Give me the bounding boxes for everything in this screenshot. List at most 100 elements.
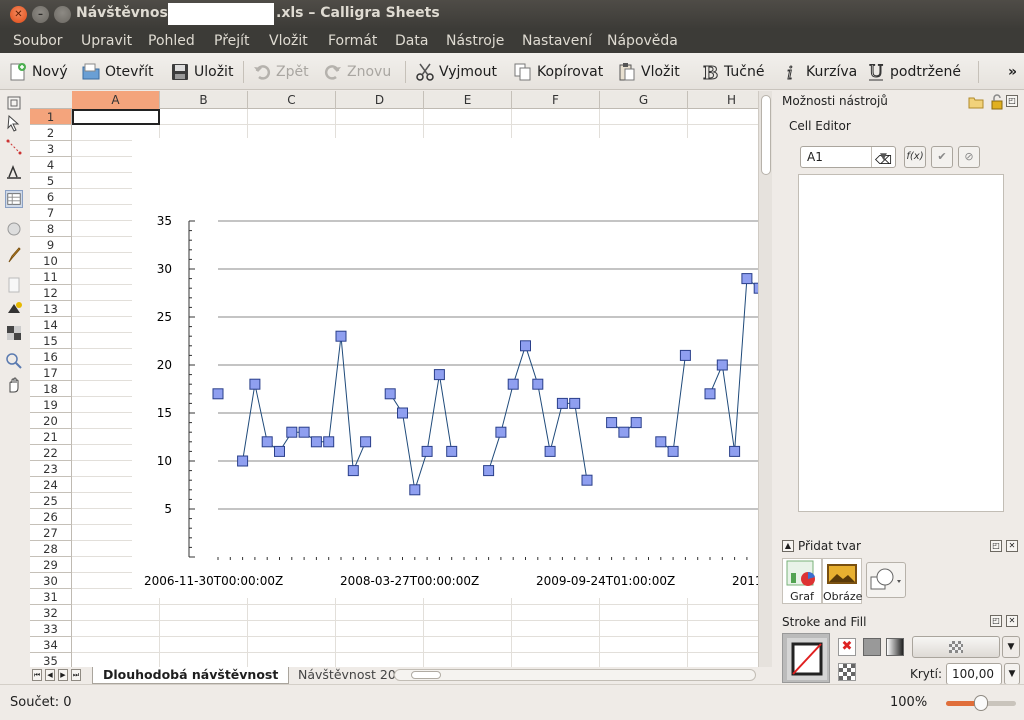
zoom-slider-handle[interactable] [974, 695, 988, 711]
sheet-tab-active[interactable]: Dlouhodobá návštěvnost [92, 667, 290, 684]
row-header[interactable]: 23 [30, 461, 72, 477]
undo-button[interactable]: Zpět [252, 59, 309, 85]
next-sheet-button[interactable]: ▶ [58, 669, 68, 681]
fill-color-button[interactable] [912, 636, 1000, 658]
embedded-chart[interactable]: 5 10 15 20 25 30 35 2006-11-30T00:00:00Z 2008-03… [132, 138, 758, 598]
minimize-window-button[interactable]: – [32, 6, 49, 23]
select-arrow-icon[interactable] [5, 114, 23, 132]
shape-image-tile[interactable]: Obráze [822, 558, 862, 604]
vertical-scrollbar[interactable] [758, 91, 772, 667]
row-header[interactable]: 8 [30, 221, 72, 237]
dock-float-icon[interactable] [5, 94, 23, 112]
row-header[interactable]: 29 [30, 557, 72, 573]
row-header[interactable]: 12 [30, 285, 72, 301]
row-header[interactable]: 24 [30, 477, 72, 493]
row-header[interactable]: 15 [30, 333, 72, 349]
accept-check-icon[interactable]: ✔ [931, 146, 953, 168]
zoom-slider[interactable] [946, 695, 1016, 711]
bold-button[interactable]: B Tučné [700, 59, 765, 85]
menu-vlozit[interactable]: Vložit [269, 33, 308, 49]
gradient-tool-icon[interactable] [5, 324, 23, 342]
dock-float-button[interactable]: ◰ [1006, 95, 1018, 107]
cell-reference-combo[interactable]: A1 ⌫ ▼ [800, 146, 896, 168]
vertical-scroll-thumb[interactable] [761, 95, 771, 175]
close-window-button[interactable]: ✕ [10, 6, 27, 23]
chevron-down-icon[interactable]: ▼ [1004, 663, 1020, 685]
menu-soubor[interactable]: Soubor [13, 33, 63, 49]
row-header[interactable]: 5 [30, 173, 72, 189]
chevron-down-icon[interactable]: ▼ [1002, 636, 1020, 658]
dock-close-button[interactable]: ✕ [1006, 540, 1018, 552]
row-header[interactable]: 10 [30, 253, 72, 269]
prev-sheet-button[interactable]: ◀ [45, 669, 55, 681]
sheet-tab-second[interactable]: Návštěvnost 20 [288, 667, 406, 684]
gradient-fill-icon[interactable] [886, 638, 904, 656]
row-header[interactable]: 16 [30, 349, 72, 365]
row-header[interactable]: 26 [30, 509, 72, 525]
cancel-icon[interactable]: ⊘ [958, 146, 980, 168]
column-header-a[interactable]: A [72, 91, 160, 109]
row-header[interactable]: 33 [30, 621, 72, 637]
stroke-fill-preview[interactable] [782, 633, 830, 683]
column-header-c[interactable]: C [248, 91, 336, 109]
spreadsheet-area[interactable]: A B C D E F G H 1 2 3 4 5 6 7 8 9 10 11 12 13 14 15 16 1… [30, 91, 758, 667]
more-shapes-button[interactable] [866, 562, 906, 598]
row-header[interactable]: 14 [30, 317, 72, 333]
zoom-tool-icon[interactable] [5, 352, 23, 370]
new-button[interactable]: Nový [8, 59, 68, 85]
row-header[interactable]: 18 [30, 381, 72, 397]
row-header[interactable]: 2 [30, 125, 72, 141]
maximize-window-button[interactable] [54, 6, 71, 23]
cell-grid[interactable]: 5 10 15 20 25 30 35 2006-11-30T00:00:00Z 2008-03… [72, 109, 758, 667]
row-header[interactable]: 3 [30, 141, 72, 157]
menu-upravit[interactable]: Upravit [81, 33, 132, 49]
folder-icon[interactable] [968, 94, 984, 110]
menu-format[interactable]: Formát [328, 33, 377, 49]
no-color-icon[interactable]: ✖ [838, 638, 856, 656]
row-header[interactable]: 11 [30, 269, 72, 285]
column-header-f[interactable]: F [512, 91, 600, 109]
chart-tool-icon[interactable] [5, 220, 23, 238]
row-header[interactable]: 28 [30, 541, 72, 557]
column-header-b[interactable]: B [160, 91, 248, 109]
italic-button[interactable]: i Kurzíva [782, 59, 858, 85]
menu-nastroje[interactable]: Nástroje [446, 33, 504, 49]
opacity-spinbox[interactable]: 100,00 [946, 663, 1002, 685]
row-header[interactable]: 6 [30, 189, 72, 205]
row-header[interactable]: 20 [30, 413, 72, 429]
solid-fill-icon[interactable] [863, 638, 881, 656]
row-header[interactable]: 30 [30, 573, 72, 589]
last-sheet-button[interactable]: ⏭ [71, 669, 81, 681]
menu-prejit[interactable]: Přejít [214, 33, 250, 49]
row-header[interactable]: 22 [30, 445, 72, 461]
menu-napoveda[interactable]: Nápověda [607, 33, 678, 49]
collapse-arrow-icon[interactable]: ▲ [782, 540, 794, 552]
row-header[interactable]: 32 [30, 605, 72, 621]
row-header[interactable]: 4 [30, 157, 72, 173]
underline-button[interactable]: U podtržené [866, 59, 962, 85]
toolbar-overflow-button[interactable]: » [1008, 59, 1017, 85]
menu-nastaveni[interactable]: Nastavení [522, 33, 592, 49]
row-header[interactable]: 9 [30, 237, 72, 253]
column-header-e[interactable]: E [424, 91, 512, 109]
copy-button[interactable]: Kopírovat [513, 59, 603, 85]
horizontal-scroll-thumb[interactable] [411, 671, 441, 679]
chevron-down-icon[interactable]: ▼ [871, 147, 895, 167]
row-header[interactable]: 13 [30, 301, 72, 317]
path-tool-icon[interactable] [5, 138, 23, 156]
menu-data[interactable]: Data [395, 33, 428, 49]
lock-icon[interactable] [990, 94, 1004, 110]
cell-tool-icon[interactable] [5, 190, 23, 208]
row-header[interactable]: 25 [30, 493, 72, 509]
fill-tool-icon[interactable] [5, 300, 23, 318]
pen-tool-icon[interactable] [5, 162, 23, 180]
row-header[interactable]: 7 [30, 205, 72, 221]
first-sheet-button[interactable]: ⏮ [32, 669, 42, 681]
paste-button[interactable]: Vložit [617, 59, 680, 85]
row-header[interactable]: 34 [30, 637, 72, 653]
cut-button[interactable]: Vyjmout [415, 59, 497, 85]
column-header-h[interactable]: H [688, 91, 758, 109]
dock-float-button[interactable]: ◰ [990, 615, 1002, 627]
row-header[interactable]: 31 [30, 589, 72, 605]
row-header[interactable]: 17 [30, 365, 72, 381]
